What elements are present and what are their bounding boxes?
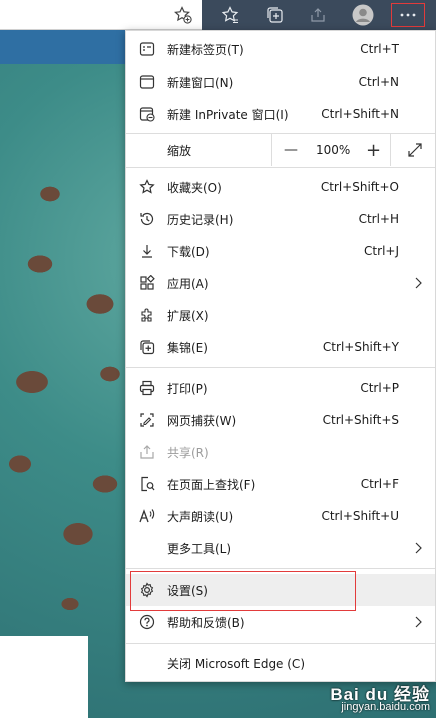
extensions-label: 扩展(X) (167, 308, 209, 323)
favorites-star-icon (138, 178, 156, 196)
collections-menu-icon (138, 338, 156, 356)
downloads-label: 下载(D) (167, 244, 210, 259)
print-label: 打印(P) (167, 381, 208, 396)
help-icon (138, 613, 156, 631)
puzzle-icon (138, 306, 156, 324)
watermark-line1: Bai du 经验 (330, 685, 430, 704)
zoom-divider (390, 134, 391, 166)
menu-item-new-inprivate[interactable]: 新建 InPrivate 窗口(I) Ctrl+Shift+N (126, 98, 435, 130)
inprivate-icon (138, 105, 156, 123)
printer-icon (138, 379, 156, 397)
zoom-label: 缩放 (167, 143, 192, 158)
chevron-right-icon (411, 276, 425, 290)
favorites-label: 收藏夹(O) (167, 180, 222, 195)
history-shortcut: Ctrl+H (358, 212, 399, 226)
web-capture-shortcut: Ctrl+Shift+S (322, 413, 399, 427)
menu-separator (126, 643, 435, 644)
menu-separator (126, 568, 435, 569)
menu-item-history[interactable]: 历史记录(H) Ctrl+H (126, 203, 435, 235)
new-inprivate-shortcut: Ctrl+Shift+N (321, 107, 399, 121)
find-shortcut: Ctrl+F (360, 477, 399, 491)
menu-item-zoom: 缩放 — 100% + (126, 134, 435, 166)
new-window-shortcut: Ctrl+N (358, 75, 399, 89)
history-icon (138, 210, 156, 228)
fullscreen-icon[interactable] (407, 142, 423, 161)
page-white-panel (0, 636, 88, 718)
menu-item-close-edge[interactable]: 关闭 Microsoft Edge (C) (126, 647, 435, 679)
new-tab-icon (138, 40, 156, 58)
web-capture-label: 网页捕获(W) (167, 413, 237, 428)
share-label: 共享(R) (167, 445, 209, 460)
profile-avatar[interactable] (352, 4, 374, 26)
gear-icon (138, 581, 156, 599)
settings-and-more-menu: 新建标签页(T) Ctrl+T 新建窗口(N) Ctrl+N 新建 InPriv… (125, 30, 436, 682)
menu-item-settings[interactable]: 设置(S) (126, 574, 435, 606)
help-label: 帮助和反馈(B) (167, 615, 245, 630)
menu-item-help[interactable]: 帮助和反馈(B) (126, 606, 435, 638)
collections-shortcut: Ctrl+Shift+Y (322, 340, 399, 354)
add-favorite-icon[interactable] (172, 4, 194, 26)
menu-separator (126, 367, 435, 368)
collections-label: 集锦(E) (167, 340, 208, 355)
settings-label: 设置(S) (167, 583, 208, 598)
read-aloud-shortcut: Ctrl+Shift+U (321, 509, 399, 523)
new-window-icon (138, 73, 156, 91)
menu-item-downloads[interactable]: 下载(D) Ctrl+J (126, 235, 435, 267)
new-tab-shortcut: Ctrl+T (360, 42, 399, 56)
menu-item-more-tools[interactable]: 更多工具(L) (126, 532, 435, 564)
zoom-value: 100% (316, 143, 351, 157)
share-menu-icon (138, 443, 156, 461)
menu-item-share[interactable]: 共享(R) (126, 436, 435, 468)
close-edge-label: 关闭 Microsoft Edge (C) (167, 656, 305, 671)
zoom-out-button[interactable]: — (284, 142, 298, 158)
find-label: 在页面上查找(F) (167, 477, 256, 492)
zoom-in-button[interactable]: + (366, 140, 381, 161)
favorites-icon[interactable] (219, 4, 241, 26)
menu-item-new-tab[interactable]: 新建标签页(T) Ctrl+T (126, 33, 435, 65)
apps-label: 应用(A) (167, 276, 209, 291)
menu-item-web-capture[interactable]: 网页捕获(W) Ctrl+Shift+S (126, 404, 435, 436)
chevron-right-icon (411, 615, 425, 629)
collections-icon[interactable] (264, 4, 286, 26)
menu-item-extensions[interactable]: 扩展(X) (126, 299, 435, 331)
menu-item-favorites[interactable]: 收藏夹(O) Ctrl+Shift+O (126, 171, 435, 203)
menu-item-new-window[interactable]: 新建窗口(N) Ctrl+N (126, 66, 435, 98)
menu-item-collections[interactable]: 集锦(E) Ctrl+Shift+Y (126, 331, 435, 363)
menu-item-apps[interactable]: 应用(A) (126, 267, 435, 299)
new-tab-label: 新建标签页(T) (167, 42, 244, 57)
watermark-line2: jingyan.baidu.com (341, 701, 430, 713)
read-aloud-label: 大声朗读(U) (167, 509, 234, 524)
history-label: 历史记录(H) (167, 212, 234, 227)
zoom-divider (271, 134, 272, 166)
more-button-highlight (391, 3, 425, 27)
address-bar[interactable] (0, 0, 202, 30)
browser-toolbar (0, 0, 436, 30)
menu-separator (126, 167, 435, 168)
download-icon (138, 242, 156, 260)
baidu-watermark: Bai du 经验 jingyan.baidu.com (330, 685, 430, 714)
share-icon[interactable] (307, 4, 329, 26)
chevron-right-icon (411, 541, 425, 555)
new-window-label: 新建窗口(N) (167, 75, 234, 90)
read-aloud-icon (138, 507, 156, 525)
menu-item-print[interactable]: 打印(P) Ctrl+P (126, 372, 435, 404)
more-tools-label: 更多工具(L) (167, 541, 232, 556)
downloads-shortcut: Ctrl+J (364, 244, 399, 258)
find-on-page-icon (138, 475, 156, 493)
new-inprivate-label: 新建 InPrivate 窗口(I) (167, 107, 289, 122)
apps-icon (138, 274, 156, 292)
web-capture-icon (138, 411, 156, 429)
menu-item-find[interactable]: 在页面上查找(F) Ctrl+F (126, 468, 435, 500)
print-shortcut: Ctrl+P (360, 381, 399, 395)
menu-item-read-aloud[interactable]: 大声朗读(U) Ctrl+Shift+U (126, 500, 435, 532)
favorites-shortcut: Ctrl+Shift+O (320, 180, 399, 194)
